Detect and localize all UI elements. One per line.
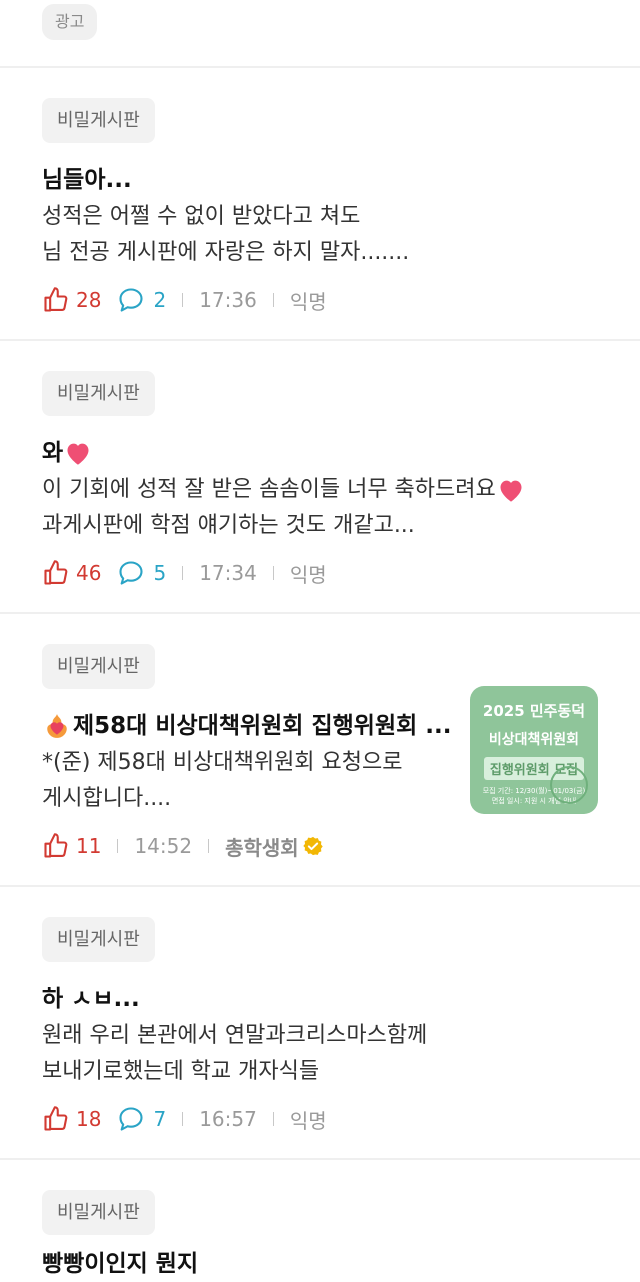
board-tag: 비밀게시판 — [42, 1190, 155, 1235]
post-preview: 이 기회에 성적 잘 받은 솜솜이들 너무 축하드려요 과게시판에 학점 얘기하… — [42, 472, 562, 544]
post-title: 와 — [42, 440, 64, 466]
speech-bubble-icon — [119, 561, 144, 585]
verified-badge-icon — [303, 836, 323, 856]
heart-icon — [500, 480, 522, 502]
comment-count[interactable]: 7 — [117, 1105, 166, 1133]
meta-divider — [117, 839, 119, 853]
post-author: 익명 — [289, 562, 327, 587]
post-title: 님들아... — [42, 167, 132, 193]
post-item[interactable]: 비밀게시판 님들아... 성적은 어쩔 수 없이 받았다고 쳐도 님 전공 게시… — [0, 68, 640, 341]
thumbs-up-icon — [44, 833, 68, 858]
like-count[interactable]: 18 — [42, 1105, 101, 1133]
post-meta: 11 14:52 총학생회 — [42, 826, 323, 866]
thumbnail-text: 비상대책위원회 — [488, 732, 580, 748]
post-time: 17:34 — [199, 561, 257, 585]
thumbs-up-icon — [44, 1106, 68, 1131]
meta-divider — [272, 566, 274, 580]
meta-divider — [272, 293, 274, 307]
post-title-row: 제58대 비상대책위원회 집행위원회 ... — [42, 708, 451, 744]
post-thumbnail[interactable]: 2025 민주동덕 비상대책위원회 집행위원회 모집 모집 기간: 12/30(… — [470, 686, 598, 814]
like-count[interactable]: 28 — [42, 286, 101, 314]
post-meta: 28 2 17:36 익명 — [42, 280, 327, 320]
preview-line: 님 전공 게시판에 자랑은 하지 말자....... — [42, 240, 410, 265]
speech-bubble-icon — [119, 288, 144, 312]
ad-label: 광고 — [42, 4, 98, 40]
post-time: 14:52 — [134, 834, 193, 858]
meta-divider — [182, 1112, 184, 1126]
comment-count[interactable]: 2 — [117, 286, 166, 314]
post-title-row: 와 — [42, 435, 93, 471]
post-time: 17:36 — [199, 288, 257, 312]
post-title: 제58대 비상대책위원회 집행위원회 ... — [73, 713, 452, 739]
post-item[interactable]: 비밀게시판 제58대 비상대책위원회 집행위원회 ... *(준) 제58대 비… — [0, 614, 640, 887]
preview-line: 이 기회에 성적 잘 받은 솜솜이들 너무 축하드려요 — [42, 472, 562, 508]
heart-icon — [67, 443, 89, 465]
meta-divider — [182, 566, 184, 580]
post-preview: 성적은 어쩔 수 없이 받았다고 쳐도 님 전공 게시판에 자랑은 하지 말자.… — [42, 199, 562, 271]
like-count[interactable]: 46 — [42, 559, 101, 587]
preview-line: 보내기로했는데 학교 개자식들 — [42, 1059, 320, 1084]
post-author: 총학생회 — [225, 835, 299, 860]
thumbs-up-icon — [44, 560, 68, 585]
comment-count[interactable]: 5 — [117, 559, 166, 587]
post-title: 하 ㅅㅂ... — [42, 986, 140, 1012]
like-count[interactable]: 11 — [42, 832, 101, 860]
meta-divider — [182, 293, 184, 307]
heart-on-fire-icon — [47, 714, 67, 738]
post-title: 빵빵이인지 뭔지 — [42, 1251, 199, 1277]
preview-line: 과게시판에 학점 얘기하는 것도 개같고... — [42, 513, 415, 538]
post-author-row: 총학생회 — [225, 832, 323, 861]
post-meta: 46 5 17:34 익명 — [42, 553, 327, 593]
post-preview: *(준) 제58대 비상대책위원회 요청으로 게시합니다.... — [42, 745, 462, 817]
seal-emblem — [550, 766, 588, 804]
post-item[interactable]: 비밀게시판 와 이 기회에 성적 잘 받은 솜솜이들 너무 축하드려요 과게시판… — [0, 341, 640, 614]
preview-line: *(준) 제58대 비상대책위원회 요청으로 — [42, 750, 403, 775]
meta-divider — [208, 839, 210, 853]
ad-row[interactable]: 광고 — [0, 0, 640, 68]
board-tag: 비밀게시판 — [42, 98, 155, 143]
preview-line: 게시합니다.... — [42, 786, 172, 811]
speech-bubble-icon — [119, 1107, 144, 1131]
board-tag: 비밀게시판 — [42, 644, 155, 689]
post-item[interactable]: 비밀게시판 하 ㅅㅂ... 원래 우리 본관에서 연말과크리스마스함께 보내기로… — [0, 887, 640, 1160]
post-preview: 원래 우리 본관에서 연말과크리스마스함께 보내기로했는데 학교 개자식들 — [42, 1018, 562, 1090]
post-author: 익명 — [289, 289, 327, 314]
preview-line: 원래 우리 본관에서 연말과크리스마스함께 — [42, 1023, 428, 1048]
post-author: 익명 — [289, 1108, 327, 1133]
meta-divider — [272, 1112, 274, 1126]
board-tag: 비밀게시판 — [42, 917, 155, 962]
thumbs-up-icon — [44, 287, 68, 312]
preview-line: 성적은 어쩔 수 없이 받았다고 쳐도 — [42, 204, 361, 229]
post-time: 16:57 — [199, 1107, 257, 1131]
board-tag: 비밀게시판 — [42, 371, 155, 416]
post-meta: 18 7 16:57 익명 — [42, 1099, 327, 1139]
thumbnail-text: 2025 민주동덕 — [482, 702, 586, 720]
